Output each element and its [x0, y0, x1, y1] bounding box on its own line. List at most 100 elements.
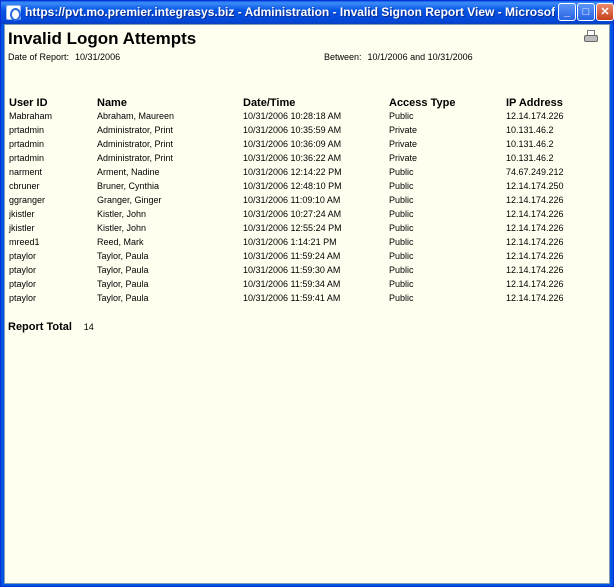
report-range-value: 10/1/2006 and 10/31/2006 — [367, 52, 473, 62]
cell-access-type: Public — [389, 195, 414, 205]
cell-name: Bruner, Cynthia — [97, 181, 160, 191]
cell-ip-address: 74.67.249.212 — [506, 167, 564, 177]
cell-ip-address: 12.14.174.226 — [506, 209, 564, 219]
table-header-row: User ID Name Date/Time Access Type IP Ad… — [9, 93, 605, 109]
logon-attempts-table: User ID Name Date/Time Access Type IP Ad… — [9, 93, 605, 305]
cell-ip-address: 10.131.46.2 — [506, 153, 554, 163]
cell-date-time: 10/31/2006 12:55:24 PM — [243, 223, 342, 233]
minimize-button[interactable]: _ — [558, 3, 576, 21]
cell-name: Taylor, Paula — [97, 279, 149, 289]
report-range: Between: 10/1/2006 and 10/31/2006 — [324, 52, 473, 62]
table-row: ptaylor Taylor, Paula 10/31/2006 11:59:41 … — [9, 291, 605, 305]
cell-date-time: 10/31/2006 10:36:09 AM — [243, 139, 342, 149]
report-date-label: Date of Report: — [8, 52, 70, 62]
cell-name: Granger, Ginger — [97, 195, 162, 205]
cell-ip-address: 10.131.46.2 — [506, 125, 554, 135]
cell-access-type: Public — [389, 293, 414, 303]
table-row: prtadmin Administrator, Print 10/31/2006 1… — [9, 123, 605, 137]
cell-date-time: 10/31/2006 11:59:41 AM — [243, 293, 341, 303]
cell-name: Abraham, Maureen — [97, 111, 175, 121]
table-row: mreed1 Reed, Mark 10/31/2006 1:14:21 PM Pub… — [9, 235, 605, 249]
cell-ip-address: 12.14.174.226 — [506, 265, 564, 275]
cell-access-type: Private — [389, 153, 418, 163]
cell-user-id: ggranger — [9, 195, 46, 205]
table-row: ptaylor Taylor, Paula 10/31/2006 11:59:34 … — [9, 277, 605, 291]
cell-date-time: 10/31/2006 11:59:34 AM — [243, 279, 341, 289]
page-title: Invalid Logon Attempts — [8, 29, 197, 48]
cell-access-type: Public — [389, 167, 414, 177]
cell-name: Taylor, Paula — [97, 265, 149, 275]
table-row: ptaylor Taylor, Paula 10/31/2006 11:59:30 … — [9, 263, 605, 277]
table-row: Mabraham Abraham, Maureen 10/31/2006 10:28… — [9, 109, 605, 123]
report-total-value: 14 — [83, 322, 94, 332]
browser-window: https://pvt.mo.premier.integrasys.biz - … — [0, 0, 614, 587]
cell-access-type: Private — [389, 125, 418, 135]
cell-access-type: Public — [389, 237, 414, 247]
cell-user-id: prtadmin — [9, 153, 45, 163]
table-row: ggranger Granger, Ginger 10/31/2006 11:09:… — [9, 193, 605, 207]
cell-user-id: Mabraham — [9, 111, 53, 121]
cell-date-time: 10/31/2006 1:14:21 PM — [243, 237, 337, 247]
table-row: narment Arment, Nadine 10/31/2006 12:14:22… — [9, 165, 605, 179]
maximize-button[interactable]: □ — [577, 3, 595, 21]
cell-ip-address: 12.14.174.226 — [506, 279, 564, 289]
cell-ip-address: 12.14.174.226 — [506, 223, 564, 233]
table-row: cbruner Bruner, Cynthia 10/31/2006 12:48:1… — [9, 179, 605, 193]
cell-name: Kistler, John — [97, 223, 147, 233]
cell-ip-address: 12.14.174.226 — [506, 251, 564, 261]
cell-name: Taylor, Paula — [97, 293, 149, 303]
cell-access-type: Public — [389, 209, 414, 219]
table-row: prtadmin Administrator, Print 10/31/2006 1… — [9, 151, 605, 165]
column-header-ip-address: IP Address — [506, 97, 563, 109]
cell-name: Administrator, Print — [97, 139, 174, 149]
table-body: Mabraham Abraham, Maureen 10/31/2006 10:28… — [9, 109, 605, 305]
report-date-value: 10/31/2006 — [75, 52, 121, 62]
cell-access-type: Public — [389, 265, 414, 275]
cell-date-time: 10/31/2006 11:59:24 AM — [243, 251, 341, 261]
cell-ip-address: 10.131.46.2 — [506, 139, 554, 149]
column-header-name: Name — [97, 97, 127, 109]
printer-icon[interactable] — [583, 30, 599, 44]
cell-user-id: ptaylor — [9, 293, 37, 303]
cell-ip-address: 12.14.174.250 — [506, 181, 564, 191]
cell-name: Taylor, Paula — [97, 251, 149, 261]
cell-user-id: cbruner — [9, 181, 40, 191]
column-header-access-type: Access Type — [389, 97, 456, 109]
page-content: Invalid Logon Attempts Date of Report: 10… — [4, 24, 610, 584]
cell-date-time: 10/31/2006 12:48:10 PM — [243, 181, 342, 191]
cell-name: Administrator, Print — [97, 125, 174, 135]
cell-ip-address: 12.14.174.226 — [506, 237, 564, 247]
cell-ip-address: 12.14.174.226 — [506, 195, 564, 205]
cell-name: Reed, Mark — [97, 237, 144, 247]
window-title: https://pvt.mo.premier.integrasys.biz - … — [25, 5, 555, 19]
cell-user-id: prtadmin — [9, 125, 45, 135]
cell-user-id: jkistler — [9, 209, 35, 219]
cell-access-type: Public — [389, 251, 414, 261]
cell-date-time: 10/31/2006 10:27:24 AM — [243, 209, 342, 219]
cell-date-time: 10/31/2006 12:14:22 PM — [243, 167, 342, 177]
column-header-date-time: Date/Time — [243, 97, 296, 109]
cell-access-type: Private — [389, 139, 418, 149]
report-range-label: Between: — [324, 52, 362, 62]
cell-date-time: 10/31/2006 10:28:18 AM — [243, 111, 342, 121]
cell-user-id: ptaylor — [9, 279, 37, 289]
cell-name: Arment, Nadine — [97, 167, 160, 177]
cell-date-time: 10/31/2006 10:36:22 AM — [243, 153, 342, 163]
title-bar[interactable]: https://pvt.mo.premier.integrasys.biz - … — [1, 1, 614, 24]
table-row: jkistler Kistler, John 10/31/2006 10:27:24… — [9, 207, 605, 221]
cell-name: Kistler, John — [97, 209, 147, 219]
cell-user-id: jkistler — [9, 223, 35, 233]
table-row: prtadmin Administrator, Print 10/31/2006 1… — [9, 137, 605, 151]
cell-ip-address: 12.14.174.226 — [506, 293, 564, 303]
table-row: ptaylor Taylor, Paula 10/31/2006 11:59:24 … — [9, 249, 605, 263]
cell-user-id: prtadmin — [9, 139, 45, 149]
cell-access-type: Public — [389, 181, 414, 191]
close-button[interactable]: ✕ — [596, 3, 614, 21]
internet-explorer-icon — [6, 5, 21, 21]
cell-user-id: mreed1 — [9, 237, 40, 247]
report-total: Report Total 14 — [8, 321, 94, 333]
report-date: Date of Report: 10/31/2006 — [8, 52, 120, 62]
cell-date-time: 10/31/2006 11:59:30 AM — [243, 265, 341, 275]
cell-user-id: ptaylor — [9, 265, 37, 275]
report-total-label: Report Total — [8, 321, 72, 333]
